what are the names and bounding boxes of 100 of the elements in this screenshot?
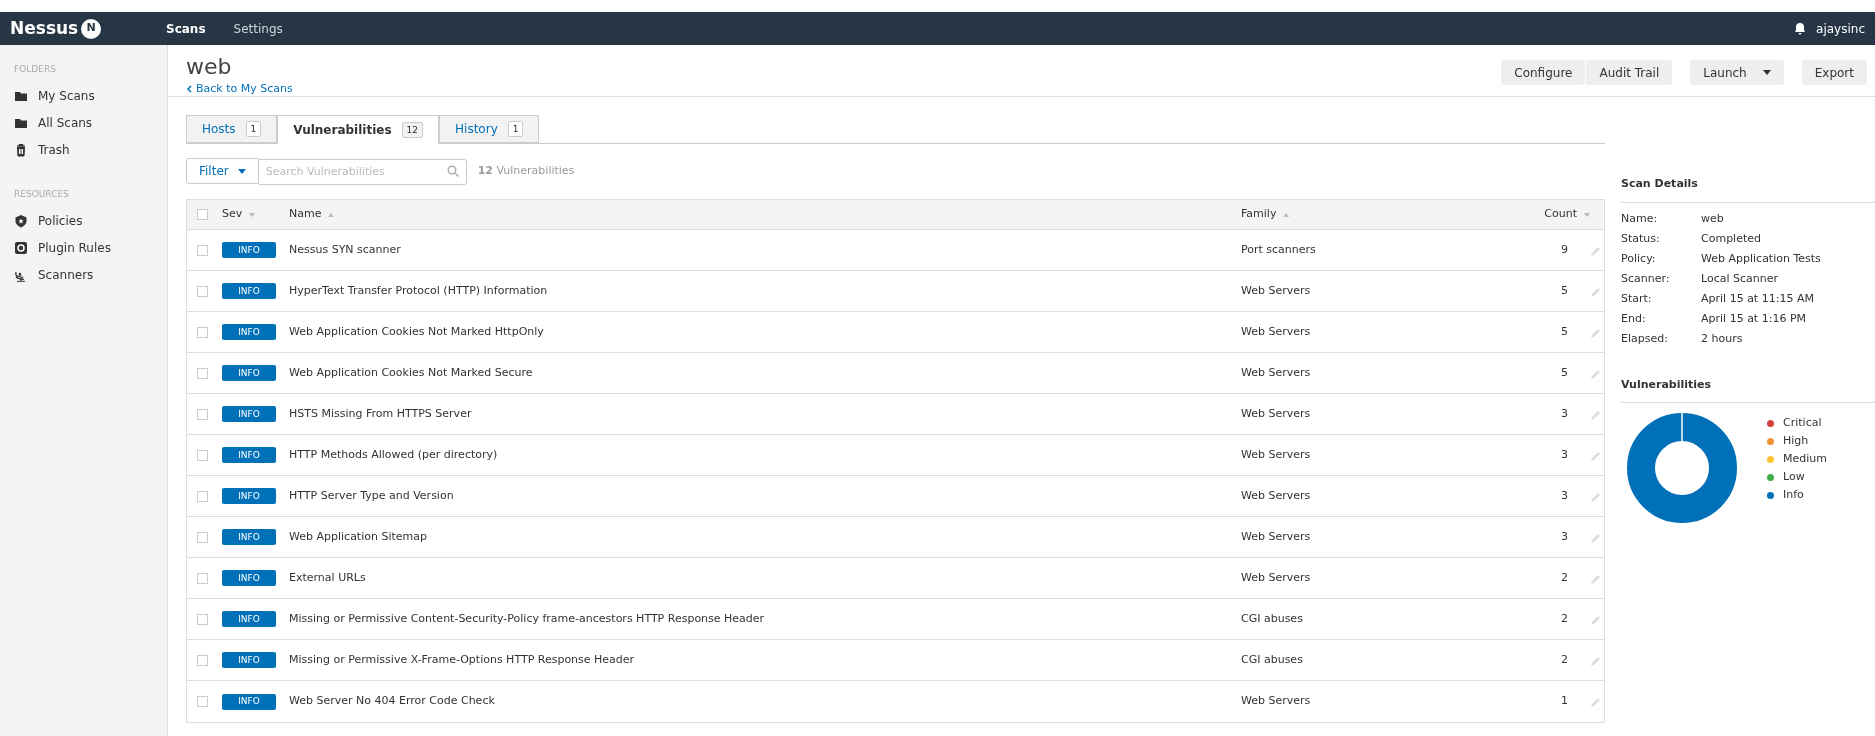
- edit-button[interactable]: [1590, 449, 1602, 461]
- header-button[interactable]: Configure: [1501, 60, 1586, 85]
- checkbox[interactable]: [197, 408, 208, 420]
- page-title: web: [186, 55, 233, 79]
- chevron-left-icon: [186, 85, 192, 94]
- tab[interactable]: Hosts 1: [186, 115, 278, 143]
- sidebar-item[interactable]: Trash: [0, 136, 167, 164]
- sidebar-item[interactable]: Scanners: [0, 261, 167, 288]
- table-cell: Nessus SYN scanner: [289, 242, 401, 256]
- severity-badge: INFO: [222, 488, 276, 505]
- sidebar-item[interactable]: Policies: [0, 207, 167, 234]
- severity-badge: INFO: [222, 324, 276, 341]
- checkbox[interactable]: [197, 449, 208, 461]
- column-header[interactable]: Name: [289, 206, 335, 223]
- checkbox[interactable]: [197, 285, 208, 297]
- severity-badge: INFO: [222, 611, 276, 628]
- table-cell: Missing or Permissive X-Frame-Options HTTP Response Header: [289, 652, 635, 666]
- back-link[interactable]: Back to My Scans: [186, 81, 293, 98]
- shield-icon: [14, 213, 28, 228]
- count-badge: 1: [507, 121, 524, 137]
- column-header[interactable]: Sev: [222, 206, 256, 223]
- severity-badge: INFO: [222, 406, 276, 423]
- filter-button[interactable]: Filter: [186, 158, 259, 184]
- table-cell: Web Servers: [1241, 406, 1311, 420]
- nav-link[interactable]: Settings: [233, 19, 283, 38]
- detail-label: Elapsed:: [1621, 330, 1669, 347]
- table-cell: CGI abuses: [1241, 611, 1303, 625]
- edit-button[interactable]: [1590, 285, 1602, 297]
- checkbox[interactable]: [197, 367, 208, 379]
- tab[interactable]: Vulnerabilities 12: [277, 115, 440, 144]
- edit-button[interactable]: [1590, 531, 1602, 543]
- nav-link[interactable]: Scans: [166, 19, 206, 38]
- pencil-icon: [1590, 696, 1601, 707]
- table-cell: Web Servers: [1241, 447, 1311, 461]
- checkbox[interactable]: [197, 326, 208, 338]
- table-cell: HTTP Methods Allowed (per directory): [289, 447, 498, 461]
- legend-label: Critical: [1783, 414, 1822, 431]
- sidebar-item[interactable]: Plugin Rules: [0, 234, 167, 261]
- search-field[interactable]: Search Vulnerabilities: [258, 158, 467, 185]
- legend-label: Low: [1783, 468, 1805, 485]
- edit-button[interactable]: [1590, 367, 1602, 379]
- caret-icon: [237, 168, 246, 174]
- pencil-icon: [1590, 490, 1601, 502]
- edit-button[interactable]: [1590, 572, 1602, 584]
- column-header[interactable]: Count: [1544, 206, 1590, 223]
- sidebar-item[interactable]: My Scans: [0, 82, 167, 110]
- checkbox[interactable]: [197, 654, 208, 666]
- notification-bell-icon: [1794, 22, 1807, 35]
- checkbox[interactable]: [197, 244, 208, 256]
- table-cell-text: 3: [1561, 405, 1568, 422]
- legend-label: Info: [1783, 486, 1804, 503]
- header-button[interactable]: Audit Trail: [1586, 60, 1673, 85]
- detail-value: April 15 at 11:15 AM: [1701, 290, 1815, 307]
- detail-value: Local Scanner: [1701, 270, 1779, 287]
- severity-badge: INFO: [222, 529, 276, 546]
- severity-badge: INFO: [222, 365, 276, 382]
- table-cell-text: 5: [1561, 323, 1568, 340]
- tab[interactable]: History 1: [439, 115, 540, 143]
- header-button[interactable]: Export: [1801, 60, 1867, 85]
- pencil-icon: [1590, 654, 1601, 666]
- table-cell: HTTP Server Type and Version: [289, 488, 454, 502]
- severity-badge: INFO: [222, 693, 276, 710]
- table-cell: Web Servers: [1241, 283, 1311, 297]
- edit-button[interactable]: [1590, 654, 1602, 666]
- checkbox[interactable]: [197, 490, 208, 502]
- checkbox[interactable]: [197, 572, 208, 584]
- detail-value: 2 hours: [1701, 330, 1744, 347]
- table-cell: Web Application Cookies Not Marked HttpOnly: [289, 324, 544, 338]
- table-cell-text: 2: [1561, 610, 1568, 627]
- user-name[interactable]: ajaysinc: [1816, 19, 1865, 38]
- table-cell: Web Servers: [1241, 570, 1311, 584]
- edit-button[interactable]: [1590, 490, 1602, 502]
- detail-label: End:: [1621, 310, 1647, 327]
- count-badge: 1: [245, 121, 262, 137]
- checkbox[interactable]: [197, 531, 208, 543]
- table-cell-text: 5: [1561, 364, 1568, 381]
- detail-label: Policy:: [1621, 250, 1657, 267]
- result-count: 12 Vulnerabilities: [477, 162, 575, 179]
- sort-down-icon: [1584, 212, 1590, 217]
- checkbox[interactable]: [197, 209, 208, 220]
- edit-button[interactable]: [1590, 408, 1602, 420]
- panel-title: Vulnerabilities: [1621, 376, 1875, 403]
- checkbox[interactable]: [197, 696, 208, 707]
- table-cell: Web Application Sitemap: [289, 529, 427, 543]
- logo-text: Nessus: [10, 16, 79, 40]
- detail-label: Scanner:: [1621, 270, 1671, 287]
- edit-button[interactable]: [1590, 244, 1602, 256]
- table-cell: CGI abuses: [1241, 652, 1303, 666]
- detail-value: web: [1701, 210, 1725, 227]
- checkbox[interactable]: [197, 613, 208, 625]
- trash-icon: [14, 143, 28, 157]
- pencil-icon: [1590, 408, 1601, 420]
- edit-button[interactable]: [1590, 613, 1602, 625]
- detail-value: Web Application Tests: [1701, 250, 1822, 267]
- edit-button[interactable]: [1590, 695, 1602, 708]
- edit-button[interactable]: [1590, 326, 1602, 338]
- column-header[interactable]: Family: [1241, 206, 1290, 223]
- pencil-icon: [1590, 367, 1601, 379]
- header-button[interactable]: Launch: [1690, 60, 1784, 85]
- sidebar-item[interactable]: All Scans: [0, 109, 167, 137]
